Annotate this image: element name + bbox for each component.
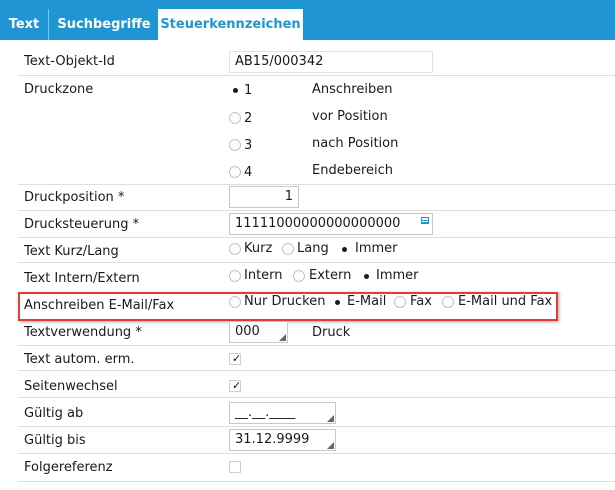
row-divider — [18, 237, 615, 238]
dropdown-corner-icon[interactable] — [279, 334, 286, 341]
row-divider — [18, 210, 615, 211]
druckposition-label: Druckposition * — [24, 190, 125, 205]
text-intern-extern-label: Text Intern/Extern — [24, 271, 140, 286]
fax-label: Fax — [410, 294, 432, 309]
email-label: E-Mail — [347, 294, 387, 309]
lang-radio[interactable] — [282, 243, 294, 255]
kurz-radio[interactable] — [229, 243, 241, 255]
kurz-label: Kurz — [244, 241, 273, 256]
email-und-fax-label: E-Mail und Fax — [458, 294, 553, 309]
druckzone-option-2-number: 2 — [244, 111, 253, 126]
intern-radio[interactable] — [229, 270, 241, 282]
dropdown-corner-icon[interactable] — [327, 415, 334, 422]
drucksteuerung-value: 11111000000000000000 — [235, 216, 401, 231]
immer-label-kurz-lang: Immer — [355, 241, 398, 256]
checkmark-icon: ✓ — [232, 379, 242, 392]
druckzone-option-4-number: 4 — [244, 165, 253, 180]
nur-drucken-radio[interactable] — [229, 296, 241, 308]
gueltig-bis-label: Gültig bis — [24, 433, 86, 448]
druckzone-option-1-number: 1 — [244, 83, 253, 98]
email-und-fax-radio[interactable] — [442, 296, 454, 308]
text-objekt-id-field: AB15/000342 — [229, 51, 433, 73]
row-divider — [18, 75, 615, 76]
tab-suchbegriffe[interactable]: Suchbegriffe — [50, 9, 158, 40]
fax-radio[interactable] — [394, 296, 406, 308]
row-divider — [18, 397, 615, 398]
intern-label: Intern — [244, 268, 283, 283]
textverwendung-input[interactable]: 000 — [229, 321, 288, 343]
druckzone-radio-3[interactable] — [229, 139, 241, 151]
textverwendung-value: 000 — [235, 324, 260, 339]
druckzone-option-1-text: Anschreiben — [312, 82, 393, 97]
seitenwechsel-label: Seitenwechsel — [24, 379, 118, 394]
druckzone-option-2-text: vor Position — [312, 109, 388, 124]
druckzone-option-3-number: 3 — [244, 138, 253, 153]
form-panel: Text-Objekt-Id AB15/000342 Druckzone 1 A… — [0, 40, 615, 490]
textverwendung-label: Textverwendung * — [24, 325, 142, 340]
row-divider — [18, 262, 615, 263]
checkmark-icon: ✓ — [232, 352, 242, 365]
gueltig-ab-value: __.__.____ — [235, 405, 296, 420]
text-kurz-lang-label: Text Kurz/Lang — [24, 244, 119, 259]
folgereferenz-label: Folgereferenz — [24, 460, 113, 475]
gueltig-bis-value: 31.12.9999 — [235, 432, 310, 447]
drucksteuerung-input[interactable]: 11111000000000000000 — [229, 213, 433, 235]
druckzone-radio-1[interactable] — [229, 84, 241, 96]
immer-label-intern-extern: Immer — [376, 268, 419, 283]
drucksteuerung-label: Drucksteuerung * — [24, 217, 140, 232]
druckposition-input[interactable]: 1 — [229, 186, 299, 208]
row-divider — [18, 426, 615, 427]
row-divider — [18, 345, 615, 346]
list-icon[interactable] — [421, 217, 429, 224]
gueltig-ab-input[interactable]: __.__.____ — [229, 402, 336, 424]
immer-radio-intern-extern[interactable] — [360, 270, 372, 282]
textverwendung-description: Druck — [312, 325, 351, 340]
gueltig-bis-input[interactable]: 31.12.9999 — [229, 429, 336, 451]
text-autom-checkbox[interactable]: ✓ — [229, 353, 241, 365]
email-radio[interactable] — [331, 296, 343, 308]
nur-drucken-label: Nur Drucken — [244, 294, 326, 309]
text-objekt-id-label: Text-Objekt-Id — [24, 54, 115, 69]
tab-text[interactable]: Text — [0, 9, 49, 40]
anschreiben-label: Anschreiben E-Mail/Fax — [24, 298, 175, 313]
row-divider — [18, 370, 615, 371]
extern-radio[interactable] — [293, 270, 305, 282]
gueltig-ab-label: Gültig ab — [24, 406, 84, 421]
text-autom-label: Text autom. erm. — [24, 352, 135, 367]
seitenwechsel-checkbox[interactable]: ✓ — [229, 380, 241, 392]
tab-steuerkennzeichen[interactable]: Steuerkennzeichen — [158, 9, 303, 40]
row-divider — [18, 481, 615, 482]
folgereferenz-checkbox[interactable] — [229, 461, 241, 473]
immer-radio-kurz-lang[interactable] — [338, 243, 350, 255]
dropdown-corner-icon[interactable] — [327, 442, 334, 449]
druckzone-option-4-text: Endebereich — [312, 163, 394, 178]
druckzone-label: Druckzone — [24, 82, 94, 97]
druckzone-radio-4[interactable] — [229, 166, 241, 178]
extern-label: Extern — [309, 268, 352, 283]
lang-label: Lang — [297, 241, 329, 256]
row-divider — [18, 184, 615, 185]
druckzone-radio-2[interactable] — [229, 112, 241, 124]
row-divider — [18, 453, 615, 454]
tab-bar: Text Suchbegriffe Steuerkennzeichen — [0, 0, 615, 40]
druckzone-option-3-text: nach Position — [312, 136, 399, 151]
